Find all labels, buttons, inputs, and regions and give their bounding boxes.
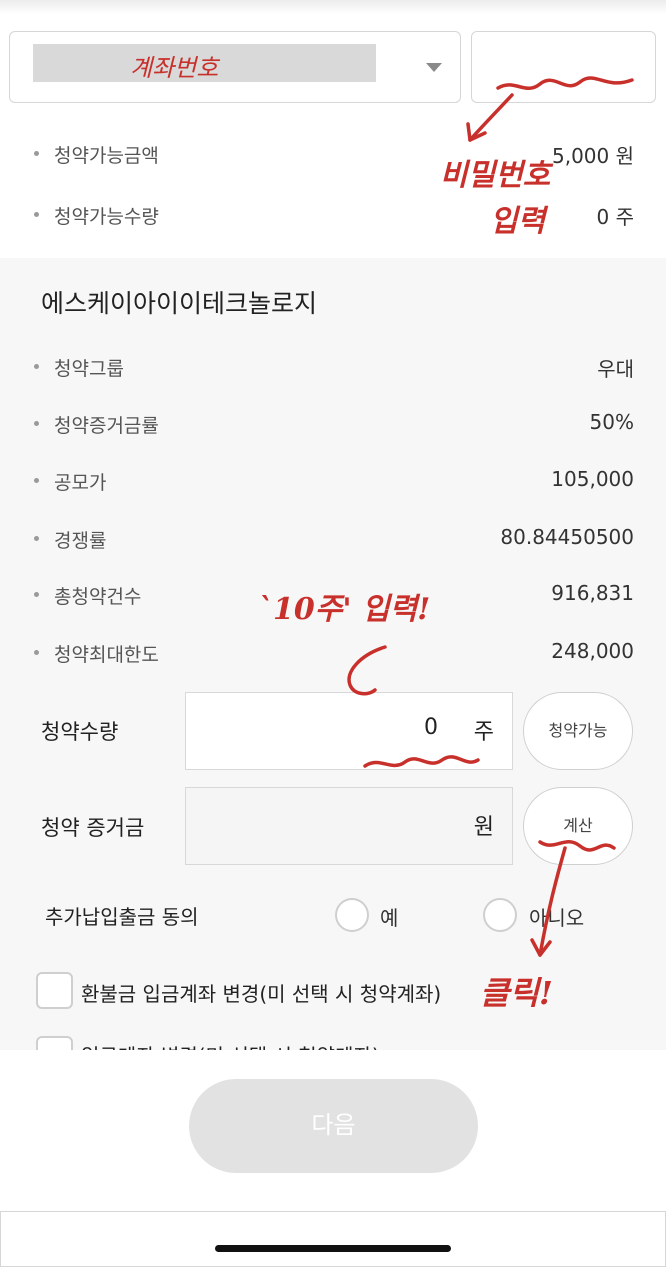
detail-row-competition: 경쟁률 80.84450500 <box>0 517 666 557</box>
note-click: 클릭! <box>480 974 553 1012</box>
note-password-line2: 입력 <box>490 204 546 239</box>
bullet-icon <box>34 421 39 426</box>
refund-account-label: 환불금 입금계좌 변경(미 선택 시 청약계좌) <box>81 982 442 1006</box>
detail-value: 우대 <box>597 357 634 381</box>
detail-label: 경쟁률 <box>54 530 107 552</box>
quantity-value: 0 <box>424 715 438 740</box>
summary-row-amount: 청약가능금액 5,000 원 <box>0 132 666 172</box>
summary-label: 청약가능수량 <box>54 206 159 228</box>
detail-value: 248,000 <box>551 639 634 663</box>
summary-label: 청약가능금액 <box>54 145 159 167</box>
detail-label: 청약증거금률 <box>54 415 159 437</box>
detail-label: 총청약건수 <box>54 586 142 608</box>
refund-account-checkbox[interactable] <box>36 972 73 1009</box>
detail-value: 916,831 <box>551 581 634 605</box>
password-input[interactable] <box>471 31 656 103</box>
top-strip <box>0 0 666 14</box>
consent-yes-label: 예 <box>380 906 399 930</box>
summary-value: 5,000 원 <box>551 144 634 168</box>
bullet-icon <box>34 650 39 655</box>
quantity-label: 청약수량 <box>41 720 119 744</box>
bullet-icon <box>34 536 39 541</box>
note-password: 비밀번호 입력 <box>440 150 550 240</box>
quantity-input[interactable]: 0 주 <box>185 692 513 770</box>
consent-label: 추가납입출금 동의 <box>45 905 199 929</box>
account-select[interactable]: 계좌번호 <box>9 31 461 103</box>
bullet-icon <box>34 592 39 597</box>
detail-label: 청약최대한도 <box>54 644 159 666</box>
next-button[interactable]: 다음 <box>189 1079 478 1173</box>
summary-row-quantity: 청약가능수량 0 주 <box>0 193 666 233</box>
detail-row-group: 청약그룹 우대 <box>0 345 666 385</box>
detail-value: 105,000 <box>551 467 634 491</box>
detail-value: 50% <box>589 410 634 434</box>
deposit-label: 청약 증거금 <box>41 816 145 840</box>
consent-no-label: 아니오 <box>529 906 585 930</box>
bullet-icon <box>34 364 39 369</box>
detail-row-offer-price: 공모가 105,000 <box>0 459 666 499</box>
chevron-down-icon[interactable] <box>426 63 442 72</box>
consent-yes-radio[interactable] <box>335 898 369 932</box>
detail-row-margin-rate: 청약증거금률 50% <box>0 402 666 442</box>
bottom-bar <box>0 1211 666 1267</box>
consent-no-radio[interactable] <box>483 898 517 932</box>
bullet-icon <box>34 478 39 483</box>
detail-label: 공모가 <box>54 472 107 494</box>
home-indicator <box>215 1245 451 1252</box>
company-name: 에스케이아이이테크놀로지 <box>41 289 318 318</box>
quantity-unit: 주 <box>473 720 494 745</box>
deposit-unit: 원 <box>473 815 494 840</box>
bullet-icon <box>34 151 39 156</box>
detail-value: 80.84450500 <box>500 525 634 549</box>
deposit-input[interactable]: 원 <box>185 787 513 865</box>
detail-label: 청약그룹 <box>54 358 124 380</box>
account-label-handwritten: 계좌번호 <box>130 54 219 82</box>
detail-row-max-limit: 청약최대한도 248,000 <box>0 631 666 671</box>
bullet-icon <box>34 212 39 217</box>
available-quantity-button[interactable]: 청약가능 <box>523 692 633 770</box>
note-password-line1: 비밀번호 <box>440 158 551 193</box>
calculate-button[interactable]: 계산 <box>523 787 633 865</box>
note-quantity: `10주' 입력! <box>258 592 431 627</box>
summary-value: 0 주 <box>596 205 634 229</box>
